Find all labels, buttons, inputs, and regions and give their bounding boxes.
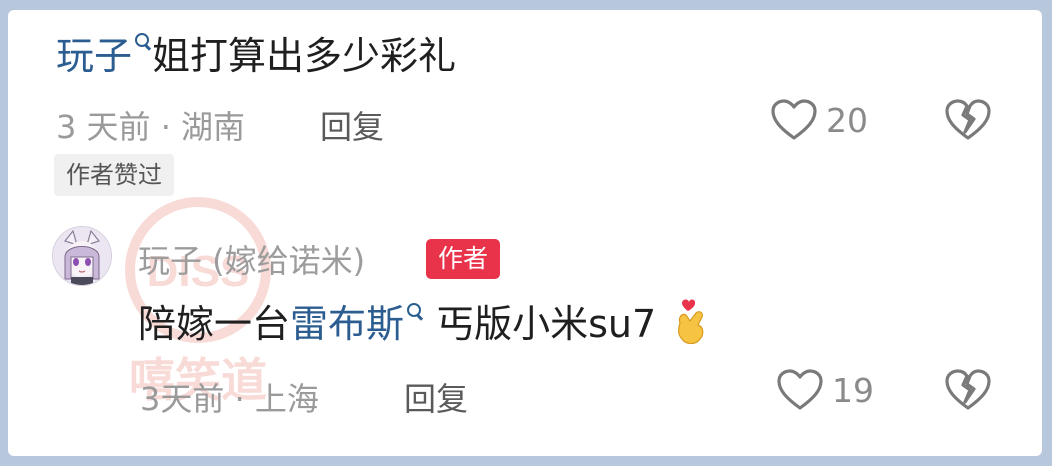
search-icon[interactable] [406, 302, 424, 320]
broken-heart-icon[interactable] [944, 368, 992, 412]
avatar-anime-girl [53, 227, 111, 285]
broken-heart-icon[interactable] [944, 98, 992, 142]
comment-2-username[interactable]: 玩子 (嫁给诺米) [138, 236, 365, 282]
avatar[interactable] [52, 226, 112, 286]
comment-2-meta: 3天前 · 上海 [140, 380, 319, 418]
author-badge: 作者 [426, 239, 501, 279]
comment-2-like-button[interactable]: 19 [776, 368, 874, 412]
comment-2-like-count: 19 [832, 370, 874, 410]
author-liked-badge: 作者赞过 [54, 154, 174, 196]
comment-1-meta: 3 天前 · 湖南 [56, 108, 246, 146]
comment-1-text: 姐打算出多少彩礼 [152, 34, 457, 78]
comment-1-reply-button[interactable]: 回复 [320, 102, 384, 148]
comment-2-link[interactable]: 雷布斯 [290, 302, 404, 346]
comment-2-text-before: 陪嫁一台 [138, 302, 291, 346]
comment-1-username-link[interactable]: 玩子 [56, 34, 132, 78]
comments-card: DISS 嘻笑道 玩子 姐打算出多少彩礼 3 天前 · 湖南 回复 20 作者赞过… [8, 10, 1042, 456]
comment-2-text-after: 丐版小米su7 [424, 302, 657, 346]
comment-1-text-line: 玩子 姐打算出多少彩礼 [56, 26, 456, 86]
comment-2-reply-button[interactable]: 回复 [404, 374, 468, 420]
comment-1-like-count: 20 [826, 100, 868, 140]
heart-outline-icon [777, 369, 823, 410]
finger-heart-emoji [678, 299, 704, 345]
heart-outline-icon [771, 99, 817, 140]
comment-1-like-button[interactable]: 20 [770, 98, 868, 142]
search-icon[interactable] [134, 32, 152, 50]
comment-2-text-line: 陪嫁一台雷布斯 丐版小米su7 [138, 296, 712, 352]
